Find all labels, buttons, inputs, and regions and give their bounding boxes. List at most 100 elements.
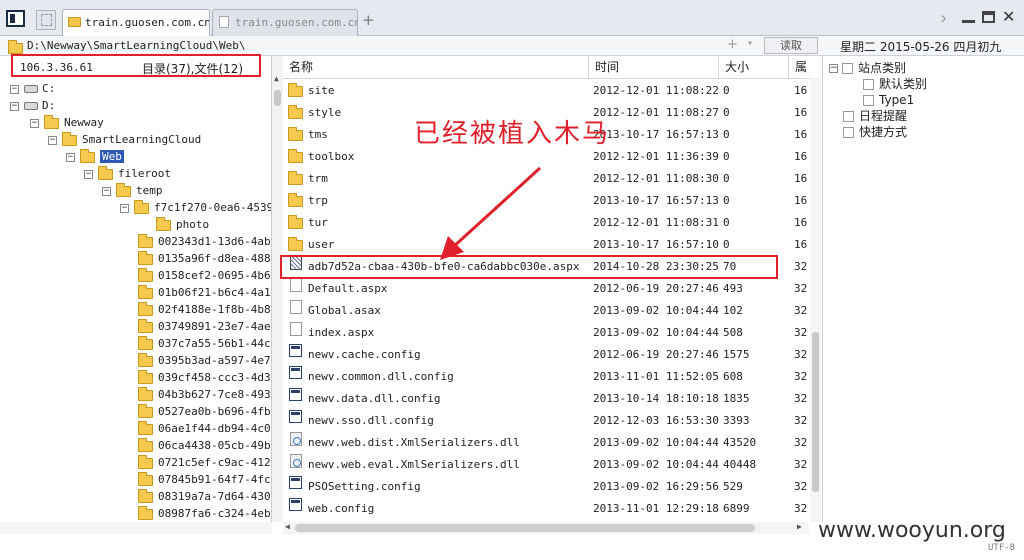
chevron-right-icon[interactable]: ›	[940, 8, 947, 29]
file-size: 0	[723, 84, 730, 97]
tree-item[interactable]: − D:	[10, 97, 55, 114]
collapse-icon[interactable]: −	[10, 101, 19, 111]
file-time: 2013-09-02 10:04:44	[593, 436, 719, 449]
config-file-icon	[289, 476, 302, 489]
tree-item-label: 03749891-23e7-4aed-	[158, 320, 272, 333]
new-tab-button[interactable]: +	[362, 11, 375, 29]
file-row[interactable]: Default.aspx 2012-06-19 20:27:46 493 32	[283, 278, 820, 300]
side-panel-item[interactable]: Type1	[863, 92, 914, 109]
tree-item[interactable]: − Newway	[30, 114, 104, 131]
collapse-icon[interactable]: −	[48, 135, 57, 145]
tree-item[interactable]: 039cf458-ccc3-4d33-	[138, 369, 271, 386]
tree-horizontal-scrollbar[interactable]	[0, 522, 272, 534]
file-size: 0	[723, 238, 730, 251]
horizontal-scrollbar[interactable]: ◀ ▶	[283, 522, 809, 534]
tree-item[interactable]: − temp	[102, 182, 163, 199]
tree-item[interactable]: 03749891-23e7-4aed-	[138, 318, 272, 335]
tree-item[interactable]: 04b3b627-7ce8-493c-	[138, 386, 271, 403]
path-field[interactable]: D:\Newway\SmartLearningCloud\Web\	[27, 39, 246, 52]
tree-item[interactable]: 07845b91-64f7-4fc0-	[138, 471, 271, 488]
scroll-thumb[interactable]	[812, 332, 819, 492]
file-row[interactable]: site 2012-12-01 11:08:22 0 16	[283, 80, 820, 102]
scroll-up-icon[interactable]: ▲	[274, 74, 279, 83]
tree-item[interactable]: 0527ea0b-b696-4fb7-	[138, 403, 271, 420]
tree-item-label: f7c1f270-0ea6-4539-	[154, 201, 272, 214]
file-row[interactable]: index.aspx 2013-09-02 10:04:44 508 32	[283, 322, 820, 344]
close-icon[interactable]: ✕	[1002, 7, 1015, 26]
scroll-thumb[interactable]	[274, 90, 281, 106]
collapse-icon[interactable]: −	[10, 84, 19, 94]
collapse-icon[interactable]: −	[829, 64, 838, 73]
read-button[interactable]: 读取	[764, 37, 818, 54]
tree-item[interactable]: 06ca4438-05cb-49b4-	[138, 437, 271, 454]
tree-item[interactable]: 0158cef2-0695-4b64-	[138, 267, 271, 284]
tree-item[interactable]: photo	[156, 216, 209, 233]
file-attr: 16	[794, 194, 808, 207]
file-row[interactable]: user 2013-10-17 16:57:10 0 16	[283, 234, 820, 256]
tab-inactive[interactable]: train.guosen.com.cn	[212, 9, 358, 36]
folder-icon	[80, 148, 95, 163]
file-row[interactable]: trp 2013-10-17 16:57:13 0 16	[283, 190, 820, 212]
new-page-icon[interactable]	[36, 10, 56, 30]
category-icon	[842, 63, 853, 74]
file-row[interactable]: Global.asax 2013-09-02 10:04:44 102 32	[283, 300, 820, 322]
tree-item[interactable]: 06ae1f44-db94-4c06-	[138, 420, 271, 437]
file-row[interactable]: newv.data.dll.config 2013-10-14 18:10:18 1…	[283, 388, 820, 410]
column-time[interactable]: 时间	[589, 56, 719, 78]
file-attr: 32	[794, 502, 808, 515]
minimize-icon[interactable]	[962, 20, 975, 23]
collapse-icon[interactable]: −	[102, 186, 111, 196]
file-time: 2013-09-02 10:04:44	[593, 326, 719, 339]
add-button[interactable]: +	[727, 37, 738, 52]
column-attr[interactable]: 属	[789, 56, 820, 78]
side-panel-item[interactable]: 快捷方式	[843, 124, 907, 141]
collapse-icon[interactable]: −	[30, 118, 39, 128]
collapse-icon[interactable]: −	[66, 152, 75, 162]
tree-item[interactable]: 01b06f21-b6c4-4a14-	[138, 284, 271, 301]
file-row[interactable]: newv.cache.config 2012-06-19 20:27:46 1575…	[283, 344, 820, 366]
side-panel-item[interactable]: 日程提醒	[843, 108, 907, 125]
scroll-thumb[interactable]	[295, 524, 755, 532]
file-row[interactable]: trm 2012-12-01 11:08:30 0 16	[283, 168, 820, 190]
file-row[interactable]: newv.web.eval.XmlSerializers.dll 2013-09-…	[283, 454, 820, 476]
tree-item[interactable]: 02f4188e-1f8b-4b8a-	[138, 301, 271, 318]
dropdown-icon[interactable]: ▾	[747, 38, 753, 49]
sidebar-toggle-icon[interactable]	[6, 10, 25, 27]
tree-item[interactable]: − fileroot	[84, 165, 171, 182]
tree-item[interactable]: 08987fa6-c324-4ebe-	[138, 505, 271, 522]
file-row[interactable]: newv.common.dll.config 2013-11-01 11:52:0…	[283, 366, 820, 388]
collapse-icon[interactable]: −	[84, 169, 93, 179]
file-attr: 16	[794, 216, 808, 229]
tree-item[interactable]: 08319a7a-7d64-4303-	[138, 488, 271, 505]
file-row[interactable]: web.config 2013-11-01 12:29:18 6899 32	[283, 498, 820, 520]
scroll-left-icon[interactable]: ◀	[285, 522, 290, 531]
side-panel-item[interactable]: 默认类别	[863, 76, 927, 93]
scroll-right-icon[interactable]: ▶	[797, 522, 802, 531]
tree-item[interactable]: − f7c1f270-0ea6-4539-	[120, 199, 272, 216]
collapse-icon[interactable]: −	[120, 203, 129, 213]
tab-active[interactable]: train.guosen.com.cn	[62, 9, 210, 37]
file-row[interactable]: tur 2012-12-01 11:08:31 0 16	[283, 212, 820, 234]
tree-item[interactable]: 002343d1-13d6-4abf-	[138, 233, 271, 250]
tree-item[interactable]: 0135a96f-d8ea-4882-	[138, 250, 271, 267]
side-panel-item[interactable]: − 站点类别	[829, 60, 906, 77]
tree-item[interactable]: − C:	[10, 80, 55, 97]
folder-icon	[288, 171, 303, 185]
column-size[interactable]: 大小	[719, 56, 789, 78]
column-name[interactable]: 名称	[283, 56, 589, 78]
tree-item[interactable]: 0395b3ad-a597-4e75-	[138, 352, 271, 369]
file-row[interactable]: PSOSetting.config 2013-09-02 16:29:56 529 3…	[283, 476, 820, 498]
file-row[interactable]: newv.web.dist.XmlSerializers.dll 2013-09-…	[283, 432, 820, 454]
file-list-scrollbar[interactable]	[810, 78, 821, 522]
tree-item[interactable]: − Web	[66, 148, 124, 165]
file-row[interactable]: newv.sso.dll.config 2012-12-03 16:53:30 33…	[283, 410, 820, 432]
tree-scrollbar[interactable]: ▲	[272, 56, 283, 522]
tree-item[interactable]: 037c7a55-56b1-44c9-	[138, 335, 271, 352]
file-name: Default.aspx	[308, 282, 388, 295]
file-name: index.aspx	[308, 326, 375, 339]
tree-item[interactable]: − SmartLearningCloud	[48, 131, 201, 148]
tree-item[interactable]: 0721c5ef-c9ac-4124-	[138, 454, 271, 471]
folder-icon	[138, 488, 153, 503]
folder-icon	[138, 301, 153, 316]
maximize-icon[interactable]	[982, 11, 995, 23]
